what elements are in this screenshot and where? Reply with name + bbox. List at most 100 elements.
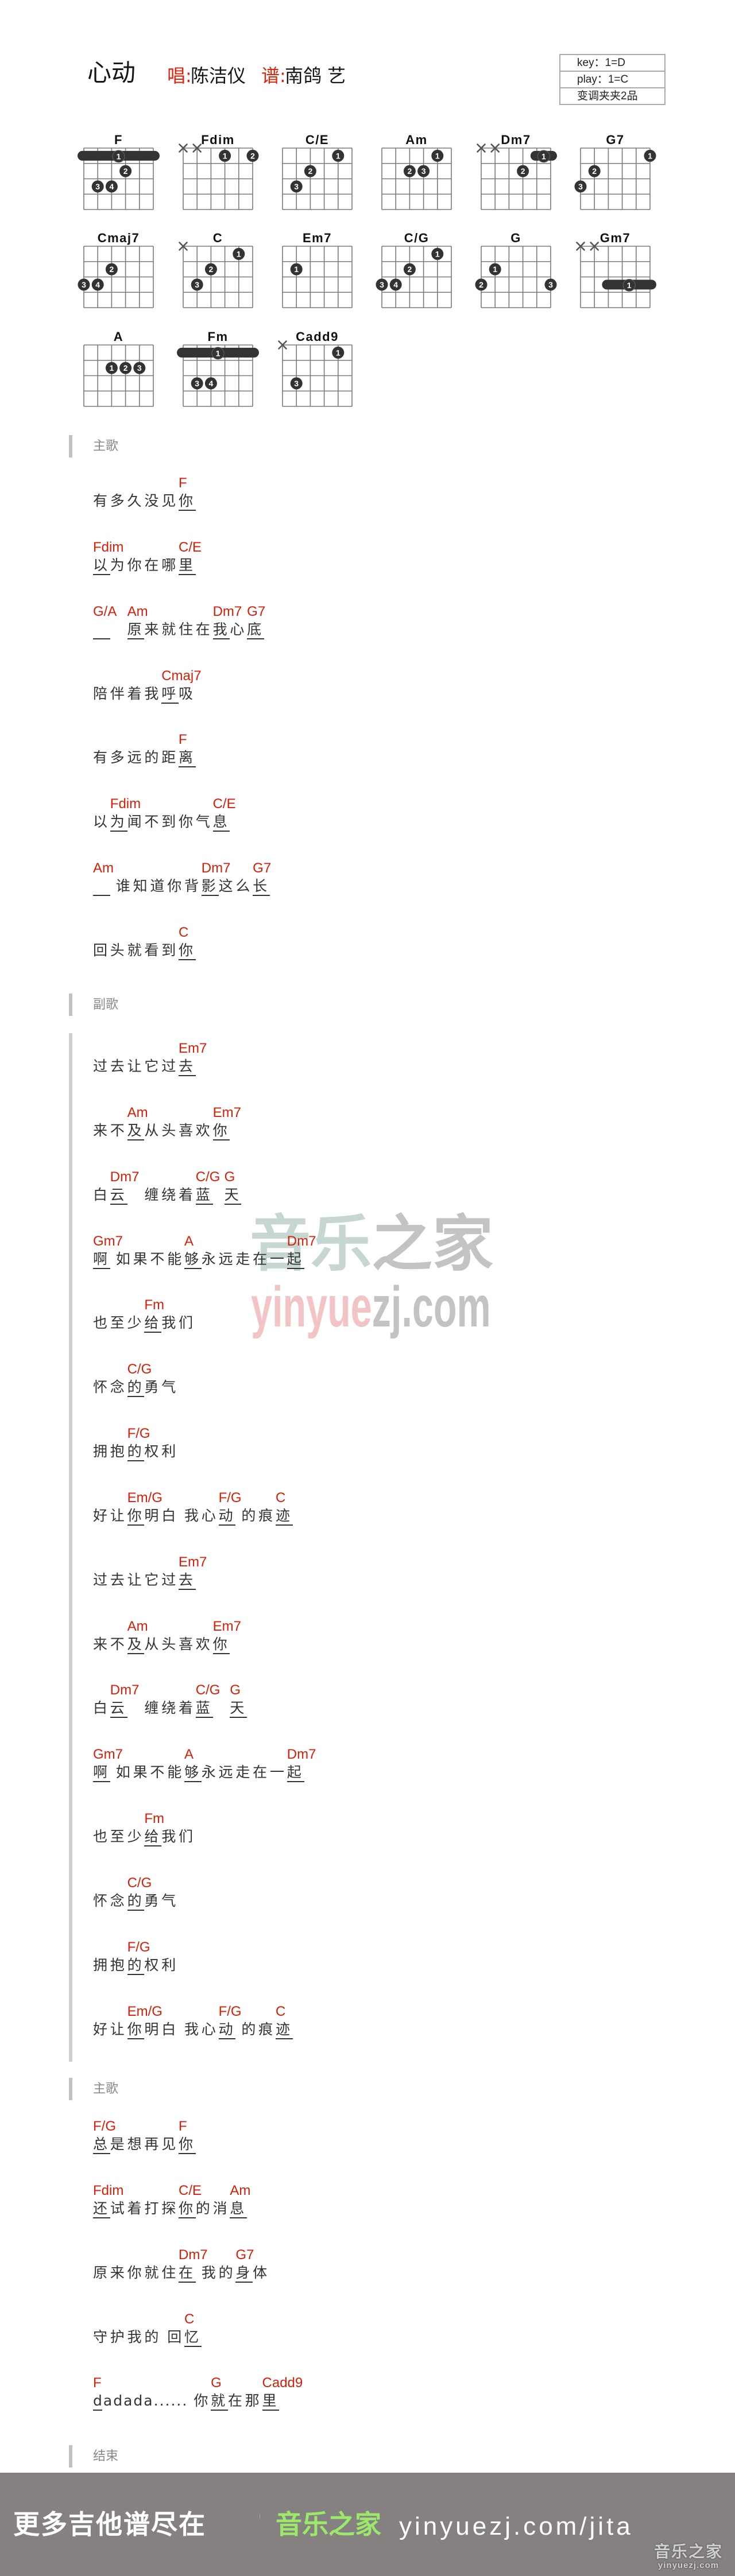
finger-number: 2 xyxy=(408,166,412,176)
lyric-char-with-chord: 动 F/G xyxy=(218,2003,242,2039)
lyric-char: 绕 xyxy=(161,1186,176,1203)
lyric-char: 头 xyxy=(161,1122,176,1139)
lyric-char: 消 xyxy=(212,2199,227,2217)
lyric-char: 在 xyxy=(253,1764,268,1781)
footer-url-link[interactable]: yinyuezj.com/jita xyxy=(399,2512,633,2542)
lyric-text: 回头就看到你C xyxy=(93,925,196,960)
lyric-char-with-chord: G/A xyxy=(93,604,117,639)
lyric-line: G/A 原 Am 来就住在我 Dm7 心底 G7 xyxy=(0,589,735,654)
fret-grid xyxy=(183,148,253,210)
lyric-char-with-chord: 的 F/G xyxy=(127,1426,150,1462)
section-label: 副歌 xyxy=(93,998,119,1012)
chord-label: C xyxy=(275,1489,286,1506)
lyric-char: 我 xyxy=(127,2328,142,2345)
lyric-char: . xyxy=(182,2392,188,2410)
lyric-char-with-chord: 去 Em7 xyxy=(178,1554,207,1590)
lyric-char: 好 xyxy=(93,1507,108,1524)
lyric-text: 白云 Dm7 缠绕着蓝 C/G 天G xyxy=(93,1682,247,1718)
lyric-char xyxy=(235,1507,241,1524)
lyric-char-with-chord: 忆C xyxy=(184,2311,202,2347)
chord-name: Cadd9 xyxy=(296,329,339,344)
lyric-char-with-chord: 够A xyxy=(184,1233,202,1269)
lyric-char: 少 xyxy=(127,1314,142,1332)
lyric-char: 欢 xyxy=(195,1635,210,1652)
lyric-char xyxy=(110,621,127,638)
footer-brand[interactable]: 音乐之家 xyxy=(276,2509,381,2539)
lyric-char: 以 xyxy=(93,813,108,831)
chord-diagram: C 1 2 3 xyxy=(169,220,266,308)
lyric-char: 就 xyxy=(161,620,176,638)
lyric-char: 一 xyxy=(269,1250,284,1267)
lyric-char xyxy=(188,2392,194,2410)
lyric-char: 让 xyxy=(110,1507,125,1524)
lyric-line: 也至少给 Fm 我们 xyxy=(0,1283,735,1347)
chord-label: C/E xyxy=(178,539,202,555)
lyric-char: 着 xyxy=(127,685,142,702)
lyric-char: 道 xyxy=(150,878,165,895)
lyric-line: 总 F/G 是想再见你 F xyxy=(0,2104,735,2168)
lyric-char-with-chord: 为 Fdim xyxy=(110,796,141,832)
lyric-char: a xyxy=(103,2392,114,2410)
lyric-text: 以 Fdim 为你在哪里 C/E xyxy=(93,540,202,575)
fret-grid xyxy=(83,246,154,308)
lyric-char: 你 xyxy=(127,2264,142,2281)
lyric-text: 来不及 Am 从头喜欢你 Em7 xyxy=(93,1619,241,1654)
finger-number: 1 xyxy=(117,152,121,161)
lyric-char xyxy=(219,1186,225,1204)
lyric-char-with-chord: 天G xyxy=(230,1682,247,1718)
chord-name: G7 xyxy=(606,133,624,147)
lyric-char: 为 xyxy=(110,556,125,573)
finger-number: 2 xyxy=(308,166,313,176)
lyric-char: 绕 xyxy=(161,1700,176,1717)
lyric-char xyxy=(179,1507,184,1524)
chord-label: Em7 xyxy=(212,1618,241,1634)
lyric-char-with-chord: 去 Em7 xyxy=(178,1041,207,1076)
chord-name: Dm7 xyxy=(501,133,531,147)
lyric-line: 啊 Gm7 如果不能够 A 永远走在一起 Dm7 xyxy=(0,1732,735,1797)
lyric-char: 的 xyxy=(218,2264,233,2281)
lyric-char: 那 xyxy=(245,2392,260,2410)
lyric-char: 在 xyxy=(227,2392,242,2410)
chord-label: Em7 xyxy=(178,1041,207,1056)
lyric-char: 白 xyxy=(161,1507,176,1524)
finger-number: 1 xyxy=(648,151,652,160)
lyric-char: 来 xyxy=(93,1122,108,1139)
chord-label: G7 xyxy=(247,603,266,619)
lyric-char: 好 xyxy=(93,2020,108,2038)
lyric-char-with-chord: 啊 Gm7 xyxy=(93,1747,123,1783)
lyric-line: 以为 Fdim 闻不到你气息 C/E xyxy=(0,782,735,846)
section-label: 主歌 xyxy=(93,2082,119,2096)
verse-lines: 有多久没见你 F 以 Fdim 为你在哪里 C/E G/A 原 Am 来就住在我 Dm7 心底 G7… xyxy=(0,461,735,975)
chord-label: Cadd9 xyxy=(262,2375,303,2391)
finger-number: 3 xyxy=(294,379,299,388)
lyric-char-with-chord: 给 Fm xyxy=(144,1297,165,1333)
chord-label: Am xyxy=(127,1104,148,1120)
lyric-char: 回 xyxy=(93,941,108,959)
lyric-char: 距 xyxy=(161,749,176,766)
lyric-char-with-chord: Am xyxy=(93,860,114,897)
lyric-char-with-chord: 的 C/G xyxy=(127,1361,152,1398)
section-label: 主歌 xyxy=(93,439,119,453)
lyric-line: 还 Fdim 试着打探你 C/E 的消息 Am xyxy=(0,2168,735,2233)
lyric-char: 们 xyxy=(178,1314,193,1332)
lyric-char: 利 xyxy=(161,1443,176,1460)
finger-number: 1 xyxy=(110,363,114,373)
finger-number: 4 xyxy=(95,280,100,289)
chord-label: G xyxy=(230,1682,241,1698)
lyric-char-with-chord: 里 Cadd9 xyxy=(262,2375,303,2411)
section-header-verse: 主歌 xyxy=(0,2078,735,2100)
finger-number: 2 xyxy=(592,166,597,176)
chord-diagram: Gm7 1 xyxy=(566,220,664,308)
chord-diagram: Em7 1 xyxy=(268,220,366,308)
chord-label: Fdim xyxy=(93,2182,124,2198)
chord-label: F xyxy=(178,2119,187,2134)
lyric-char-with-chord: 底 G7 xyxy=(247,603,266,639)
chord-label: F/G xyxy=(218,1489,242,1506)
chord-name: G xyxy=(510,231,521,245)
lyric-char: 勇 xyxy=(144,1379,159,1396)
lyric-line: 拥抱的 F/G 权利 xyxy=(0,1411,735,1476)
chord-label: Dm7 xyxy=(110,1682,140,1698)
chorus-lines: 过去让它过去 Em7 来不及 Am 从头喜欢你 Em7 白云 Dm7 缠绕着蓝 C/G 天G啊G… xyxy=(0,1026,735,2054)
footer-banner[interactable]: 更多吉他谱尽在 音乐之家 yinyuezj.com/jita 音乐之家 yiny… xyxy=(0,2473,735,2576)
finger-number: 1 xyxy=(216,348,220,358)
